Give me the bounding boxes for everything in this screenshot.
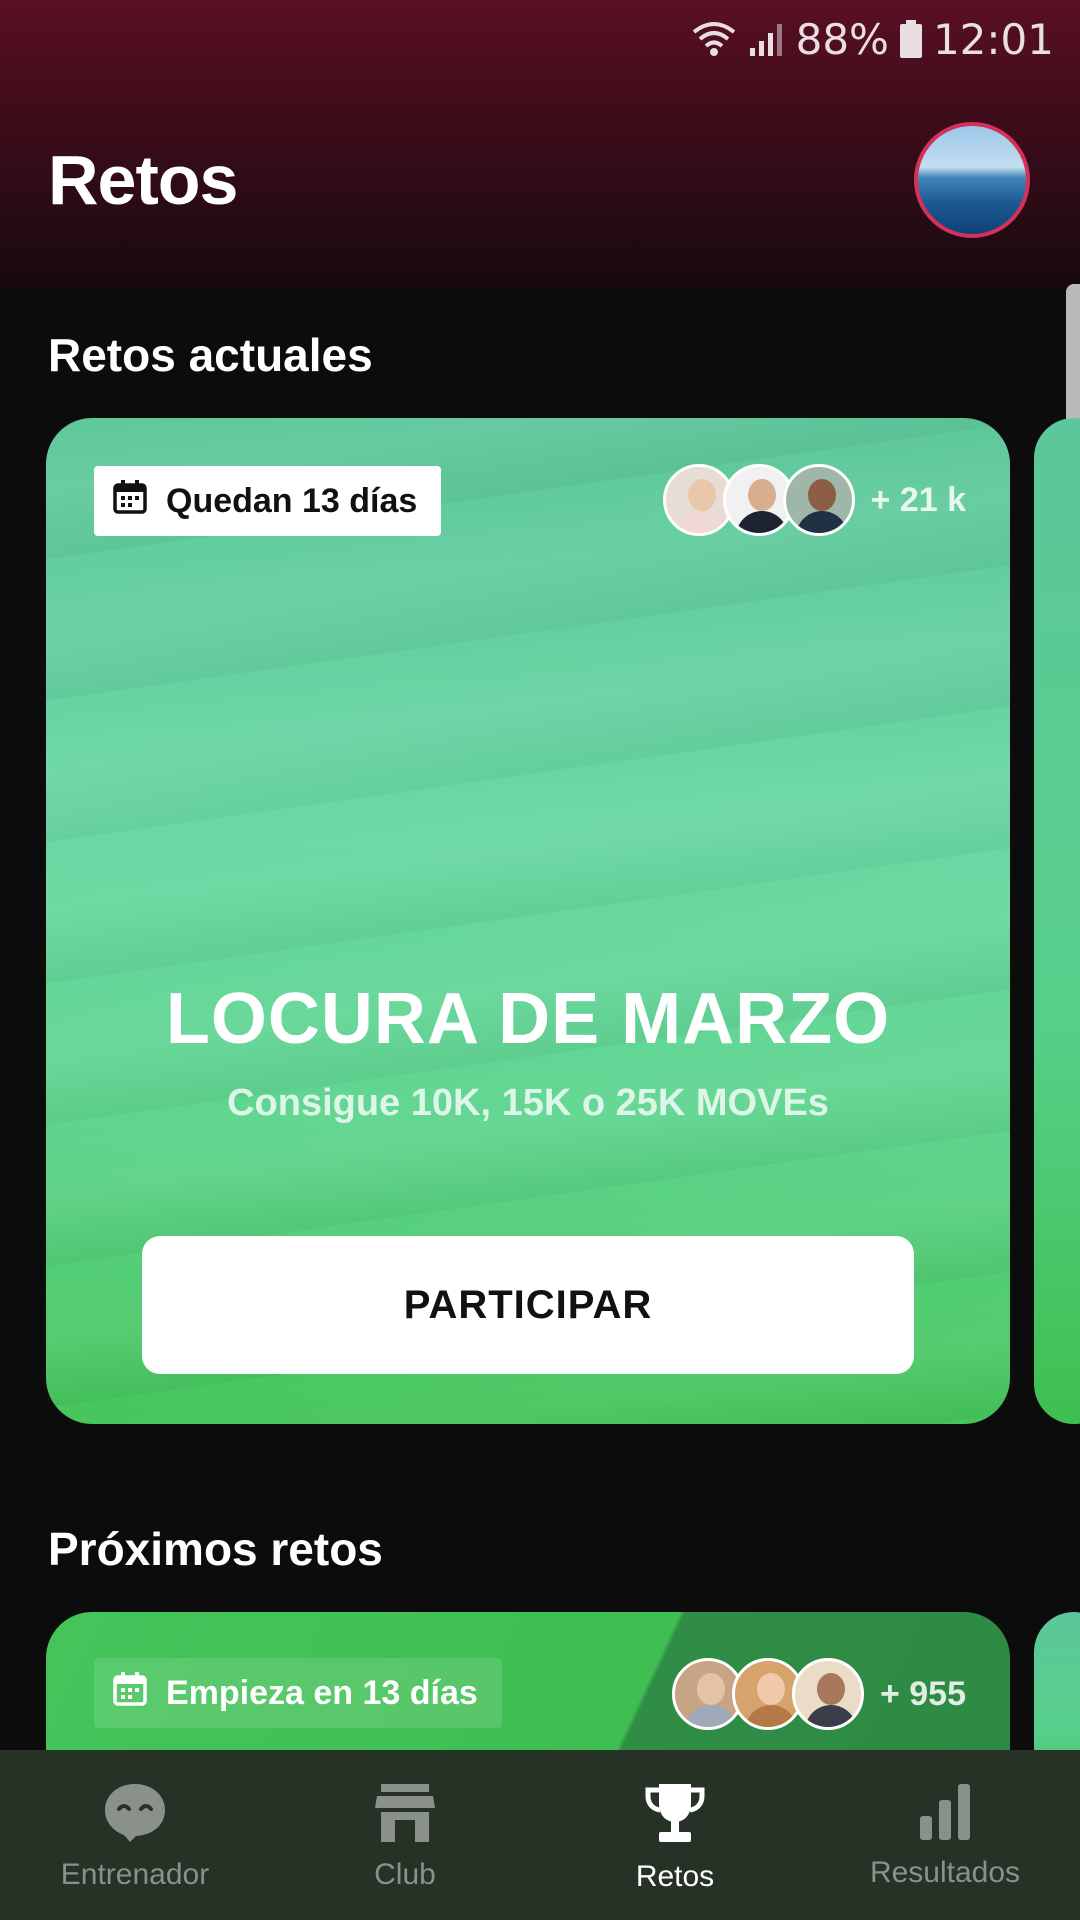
nav-item-retos[interactable]: Retos	[540, 1750, 810, 1920]
status-bar: 88% 12:01	[690, 10, 1054, 68]
store-icon	[373, 1782, 437, 1844]
coach-icon	[102, 1782, 168, 1844]
date-badge-label: Quedan 13 días	[166, 481, 418, 520]
battery-percent: 88%	[795, 14, 889, 64]
participants-count: + 21 k	[870, 480, 966, 519]
nav-item-club[interactable]: Club	[270, 1750, 540, 1920]
challenge-subtitle: Consigue 10K, 15K o 25K MOVEs	[227, 1082, 829, 1124]
calendar-icon	[112, 1671, 148, 1716]
profile-avatar[interactable]	[914, 122, 1030, 238]
participant-avatar	[782, 464, 855, 536]
section-title-current: Retos actuales	[48, 329, 373, 381]
challenge-title: LOCURA DE MARZO	[165, 979, 891, 1059]
nav-item-resultados[interactable]: Resultados	[810, 1750, 1080, 1920]
upcoming-date-badge-label: Empieza en 13 días	[166, 1673, 478, 1712]
nav-label-club: Club	[374, 1858, 436, 1891]
clock: 12:01	[932, 14, 1054, 64]
signal-icon	[748, 20, 786, 58]
date-badge: Quedan 13 días	[94, 466, 442, 536]
app-header: 88% 12:01 Retos	[0, 0, 1080, 288]
calendar-icon	[112, 479, 148, 524]
next-challenge-card-peek[interactable]	[1034, 418, 1080, 1424]
participant-avatar	[791, 1658, 864, 1730]
page-title: Retos	[48, 141, 238, 219]
battery-icon	[899, 19, 923, 59]
bottom-navigation: Entrenador Club Retos Resultados	[0, 1750, 1080, 1920]
nav-label-entrenador: Entrenador	[60, 1858, 210, 1891]
wifi-icon	[690, 20, 738, 58]
challenge-card-current[interactable]: Quedan 13 días + 21 k LOCURA DE MARZO Co…	[46, 418, 1010, 1424]
section-title-upcoming: Próximos retos	[48, 1523, 383, 1575]
participate-button[interactable]: PARTICIPAR	[142, 1236, 914, 1374]
upcoming-date-badge: Empieza en 13 días	[94, 1658, 502, 1728]
nav-item-entrenador[interactable]: Entrenador	[0, 1750, 270, 1920]
bar-chart-icon	[918, 1782, 972, 1842]
participants-group[interactable]: + 21 k	[662, 464, 966, 536]
upcoming-participants-count: + 955	[879, 1674, 966, 1713]
nav-label-retos: Retos	[635, 1860, 715, 1893]
trophy-icon	[645, 1782, 705, 1846]
upcoming-participants-group[interactable]: + 955	[671, 1658, 966, 1730]
nav-label-resultados: Resultados	[869, 1856, 1021, 1889]
